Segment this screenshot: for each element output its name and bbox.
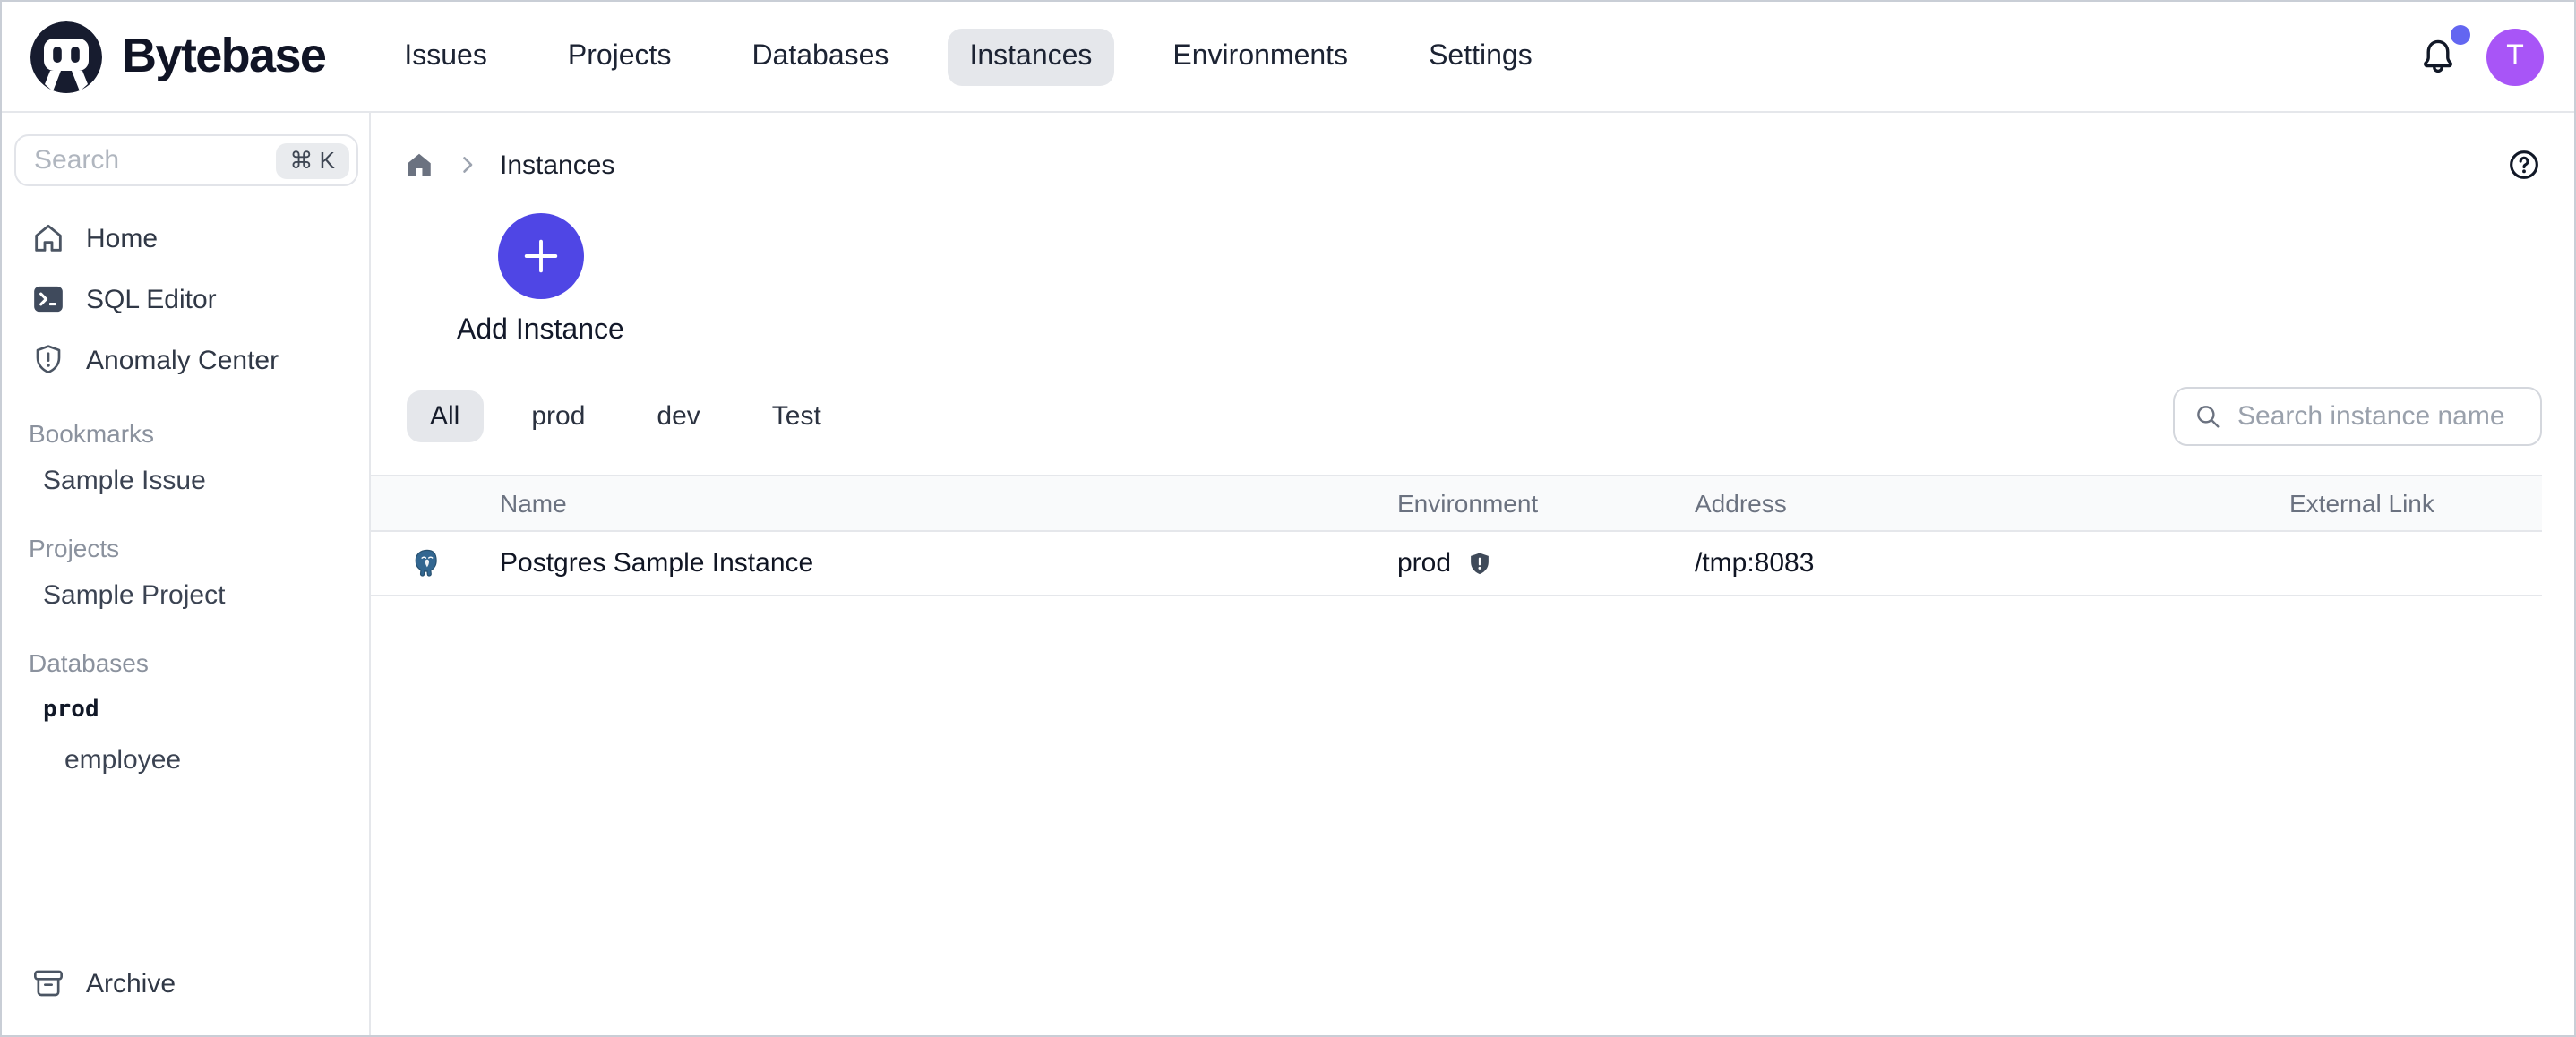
chevron-right-icon <box>455 152 480 177</box>
sidebar-item-sql-editor[interactable]: SQL Editor <box>2 269 369 330</box>
nav-item-environments[interactable]: Environments <box>1151 28 1370 85</box>
search-shortcut-badge: ⌘ K <box>275 142 349 178</box>
instance-name: Postgres Sample Instance <box>460 548 1397 578</box>
add-instance-label: Add Instance <box>457 315 624 347</box>
sidebar-item-home[interactable]: Home <box>2 208 369 269</box>
help-button[interactable] <box>2506 147 2542 183</box>
sidebar-search-input[interactable] <box>34 145 275 176</box>
nav-item-settings[interactable]: Settings <box>1407 28 1554 85</box>
sidebar: ⌘ K Home <box>2 113 371 1035</box>
table-row[interactable]: Postgres Sample Instance prod /tmp:8083 <box>371 532 2542 596</box>
sidebar-item-sample-issue[interactable]: Sample Issue <box>2 455 369 505</box>
notification-dot <box>2451 24 2470 44</box>
search-icon <box>2193 401 2223 432</box>
instance-address: /tmp:8083 <box>1695 548 2289 578</box>
sidebar-item-env-prod[interactable]: prod <box>2 684 369 734</box>
topbar-right: T <box>2417 28 2544 85</box>
brand-name: Bytebase <box>122 29 325 84</box>
nav-item-projects[interactable]: Projects <box>546 28 693 85</box>
top-navigation-bar: Bytebase Issues Projects Databases Insta… <box>2 2 2574 113</box>
column-header-environment: Environment <box>1397 489 1695 518</box>
sidebar-item-label: Home <box>86 223 158 253</box>
environment-value: prod <box>1397 548 1451 578</box>
home-icon <box>30 220 66 256</box>
sidebar-item-sample-project[interactable]: Sample Project <box>2 570 369 620</box>
sidebar-item-label: Archive <box>86 968 176 998</box>
environment-tabs: All prod dev Test <box>407 390 845 442</box>
bytebase-logo[interactable]: Bytebase <box>27 17 325 96</box>
archive-icon <box>30 965 66 1001</box>
shield-alert-icon <box>30 342 66 378</box>
sidebar-item-label: Anomaly Center <box>86 345 279 375</box>
terminal-icon <box>30 281 66 317</box>
sidebar-item-anomaly-center[interactable]: Anomaly Center <box>2 330 369 390</box>
notifications-button[interactable] <box>2417 35 2460 78</box>
nav-item-instances[interactable]: Instances <box>948 28 1113 85</box>
sidebar-section-projects: Projects Sample Project <box>2 527 369 620</box>
instance-search-input[interactable] <box>2237 401 2522 432</box>
postgres-icon <box>371 548 460 578</box>
top-nav-items: Issues Projects Databases Instances Envi… <box>382 28 1553 85</box>
tab-all[interactable]: All <box>407 390 483 442</box>
app-window: Bytebase Issues Projects Databases Insta… <box>0 0 2576 1037</box>
breadcrumb: Instances <box>371 113 2574 190</box>
instances-table: Name Environment Address External Link P… <box>371 475 2542 596</box>
sidebar-item-label: SQL Editor <box>86 284 217 314</box>
table-header-row: Name Environment Address External Link <box>371 476 2542 532</box>
sidebar-nav: Home SQL Editor <box>2 186 369 390</box>
shield-protected-icon <box>1465 549 1494 578</box>
tab-test[interactable]: Test <box>749 390 845 442</box>
column-header-name: Name <box>460 489 1397 518</box>
instance-search[interactable] <box>2173 387 2542 446</box>
sidebar-section-bookmarks: Bookmarks Sample Issue <box>2 412 369 505</box>
sidebar-item-db-employee[interactable]: employee <box>2 734 369 784</box>
sidebar-search[interactable]: ⌘ K <box>14 134 358 186</box>
section-label: Databases <box>2 641 369 684</box>
user-avatar[interactable]: T <box>2486 28 2544 85</box>
nav-item-issues[interactable]: Issues <box>382 28 509 85</box>
breadcrumb-home-icon[interactable] <box>403 149 435 181</box>
tab-prod[interactable]: prod <box>508 390 608 442</box>
plus-icon[interactable] <box>497 213 583 299</box>
section-label: Projects <box>2 527 369 570</box>
breadcrumb-current: Instances <box>500 150 614 180</box>
column-header-external-link: External Link <box>2289 489 2542 518</box>
help-icon <box>2506 147 2542 183</box>
column-header-address: Address <box>1695 489 2289 518</box>
avatar-initial: T <box>2506 40 2524 73</box>
tab-dev[interactable]: dev <box>633 390 723 442</box>
bytebase-logo-icon <box>27 17 106 96</box>
add-instance-button[interactable]: Add Instance <box>457 213 624 347</box>
instance-filter-row: All prod dev Test <box>407 387 2542 446</box>
nav-item-databases[interactable]: Databases <box>730 28 910 85</box>
instance-environment: prod <box>1397 548 1695 578</box>
main-content: Instances <box>371 113 2574 1035</box>
sidebar-section-databases: Databases prod employee <box>2 641 369 784</box>
sidebar-item-archive[interactable]: Archive <box>2 953 369 1014</box>
section-label: Bookmarks <box>2 412 369 455</box>
